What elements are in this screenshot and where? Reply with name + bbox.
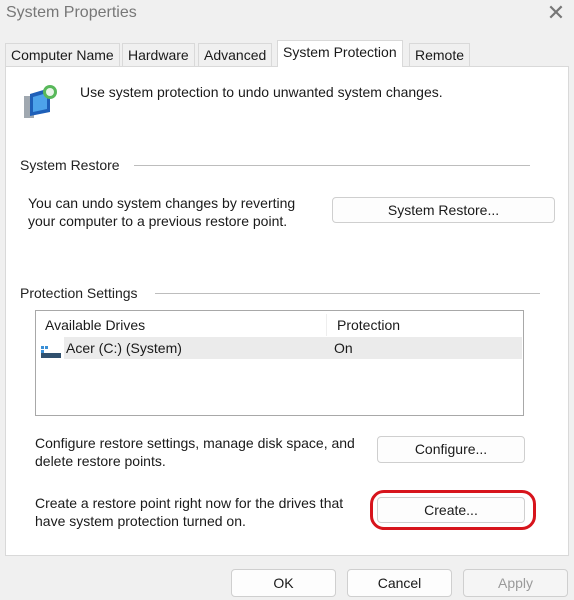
highlight-annotation — [370, 490, 536, 530]
drive-protection-status: On — [334, 340, 353, 356]
column-available-drives[interactable]: Available Drives — [45, 314, 145, 336]
tab-advanced[interactable]: Advanced — [198, 43, 273, 67]
window-title: System Properties — [6, 4, 137, 21]
drive-name: Acer (C:) (System) — [66, 340, 182, 356]
drive-icon — [41, 342, 61, 358]
table-row[interactable]: Acer (C:) (System) On — [41, 337, 522, 359]
tab-remote[interactable]: Remote — [409, 43, 471, 67]
divider — [134, 165, 530, 166]
close-icon[interactable]: ✕ — [545, 0, 567, 26]
create-description: Create a restore point right now for the… — [35, 495, 344, 529]
cancel-button[interactable]: Cancel — [347, 569, 452, 597]
intro-text: Use system protection to undo unwanted s… — [80, 84, 443, 100]
apply-button[interactable]: Apply — [463, 569, 568, 597]
system-protection-icon — [20, 82, 60, 122]
system-restore-heading: System Restore — [20, 157, 120, 173]
column-protection[interactable]: Protection — [326, 314, 400, 336]
list-header: Available Drives Protection — [37, 314, 522, 336]
configure-button[interactable]: Configure... — [377, 436, 525, 463]
divider — [155, 293, 540, 294]
configure-description: Configure restore settings, manage disk … — [35, 435, 355, 469]
tab-system-protection[interactable]: System Protection — [277, 40, 403, 67]
protection-settings-heading: Protection Settings — [20, 285, 138, 301]
system-restore-button[interactable]: System Restore... — [332, 197, 555, 223]
tab-hardware[interactable]: Hardware — [122, 43, 195, 67]
tab-computer-name[interactable]: Computer Name — [5, 43, 120, 67]
system-restore-description: You can undo system changes by reverting… — [28, 195, 296, 229]
drives-list[interactable]: Available Drives Protection Acer (C:) (S… — [35, 310, 524, 416]
ok-button[interactable]: OK — [231, 569, 336, 597]
